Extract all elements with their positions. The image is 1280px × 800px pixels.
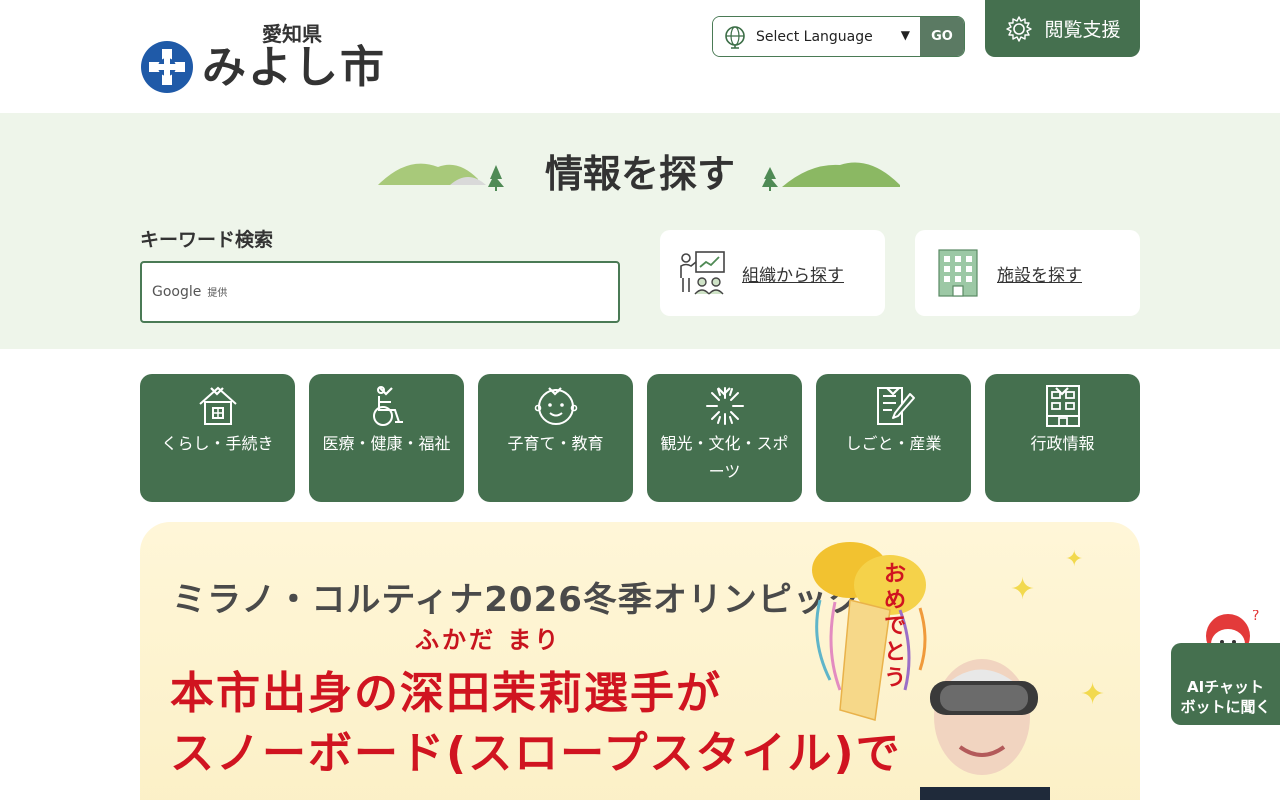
category-childcare-education[interactable]: 子育て・教育 xyxy=(478,374,633,502)
hero-event-title: ミラノ・コルティナ2026冬季オリンピック xyxy=(172,580,863,620)
chevron-down-icon xyxy=(379,387,393,396)
search-title: 情報を探す xyxy=(544,152,735,196)
chevron-down-icon xyxy=(548,387,562,396)
sparkle-icon: ✦ xyxy=(1080,677,1106,712)
category-label: くらし・手続き xyxy=(161,434,274,453)
hero-banner[interactable]: ミラノ・コルティナ2026冬季オリンピック ふかだ まり 本市出身の深田茉莉選手… xyxy=(140,522,1140,800)
balloon-text: おめでとう xyxy=(883,562,906,691)
search-by-facility-label: 施設を探す xyxy=(997,265,1082,286)
language-selected: Select Language xyxy=(756,28,873,45)
assist-label: 閲覧支援 xyxy=(1044,19,1121,41)
page: 愛知県 みよし市 Select Language ▼ GO 閲覧支援 情報を探す… xyxy=(0,0,1280,800)
keyword-search-input[interactable]: Google 提供 xyxy=(140,261,620,323)
category-label: 子育て・教育 xyxy=(507,434,604,453)
category-menu: くらし・手続き 医療・健康・福祉 子育て・教育 観光・文化・スポーツ しごと・産… xyxy=(140,374,1140,502)
chevron-down-icon xyxy=(210,387,224,396)
category-administration[interactable]: 行政情報 xyxy=(985,374,1140,502)
language-dropdown[interactable]: Select Language ▼ xyxy=(713,17,920,56)
city-name: みよし市 xyxy=(202,42,386,93)
category-living[interactable]: くらし・手続き xyxy=(140,374,295,502)
category-label: 観光・文化・スポーツ xyxy=(660,434,789,481)
athlete-photo xyxy=(920,659,1050,800)
search-by-organization-label: 組織から探す xyxy=(742,265,844,286)
svg-text:?: ? xyxy=(1252,610,1259,624)
presentation-people-icon xyxy=(680,251,725,295)
chevron-down-icon xyxy=(1055,387,1069,396)
category-tourism-culture-sports[interactable]: 観光・文化・スポーツ xyxy=(647,374,802,502)
category-label: 医療・健康・福祉 xyxy=(322,434,451,453)
globe-icon xyxy=(725,25,745,49)
hero-headline-1: 本市出身の深田茉莉選手が xyxy=(170,668,722,719)
building-icon xyxy=(938,249,978,297)
google-branding: Google 提供 xyxy=(152,284,228,300)
category-work-industry[interactable]: しごと・産業 xyxy=(816,374,971,502)
ai-chatbot-button[interactable]: AIチャット ボットに聞く xyxy=(1171,643,1280,725)
language-selector: Select Language ▼ GO xyxy=(712,16,965,57)
ai-chat-line1: AIチャット xyxy=(1186,678,1265,696)
search-section: 情報を探す キーワード検索 Google 提供 組織から探す 施設を探す xyxy=(0,113,1280,349)
chevron-down-icon xyxy=(717,387,731,396)
caret-down-icon: ▼ xyxy=(900,28,910,42)
search-by-organization-link[interactable]: 組織から探す xyxy=(660,230,885,316)
site-header: 愛知県 みよし市 Select Language ▼ GO 閲覧支援 xyxy=(0,0,1280,113)
keyword-search-label: キーワード検索 xyxy=(140,229,274,251)
site-logo[interactable]: 愛知県 みよし市 xyxy=(140,18,390,98)
category-health-welfare[interactable]: 医療・健康・福祉 xyxy=(309,374,464,502)
language-go-button[interactable]: GO xyxy=(920,17,964,56)
hero-name-reading: ふかだ まり xyxy=(415,626,562,654)
chevron-down-icon xyxy=(886,387,900,396)
sparkle-icon: ✦ xyxy=(1065,547,1084,572)
search-by-facility-link[interactable]: 施設を探す xyxy=(915,230,1140,316)
sparkle-icon: ✦ xyxy=(1010,572,1036,607)
city-emblem-icon xyxy=(141,41,193,93)
category-label: しごと・産業 xyxy=(845,434,942,453)
accessibility-assist-button[interactable]: 閲覧支援 xyxy=(985,0,1140,57)
category-label: 行政情報 xyxy=(1030,434,1095,453)
ai-chat-line2: ボットに聞く xyxy=(1180,698,1271,716)
gear-icon xyxy=(1006,15,1033,42)
hill-decoration-icon xyxy=(762,162,900,191)
